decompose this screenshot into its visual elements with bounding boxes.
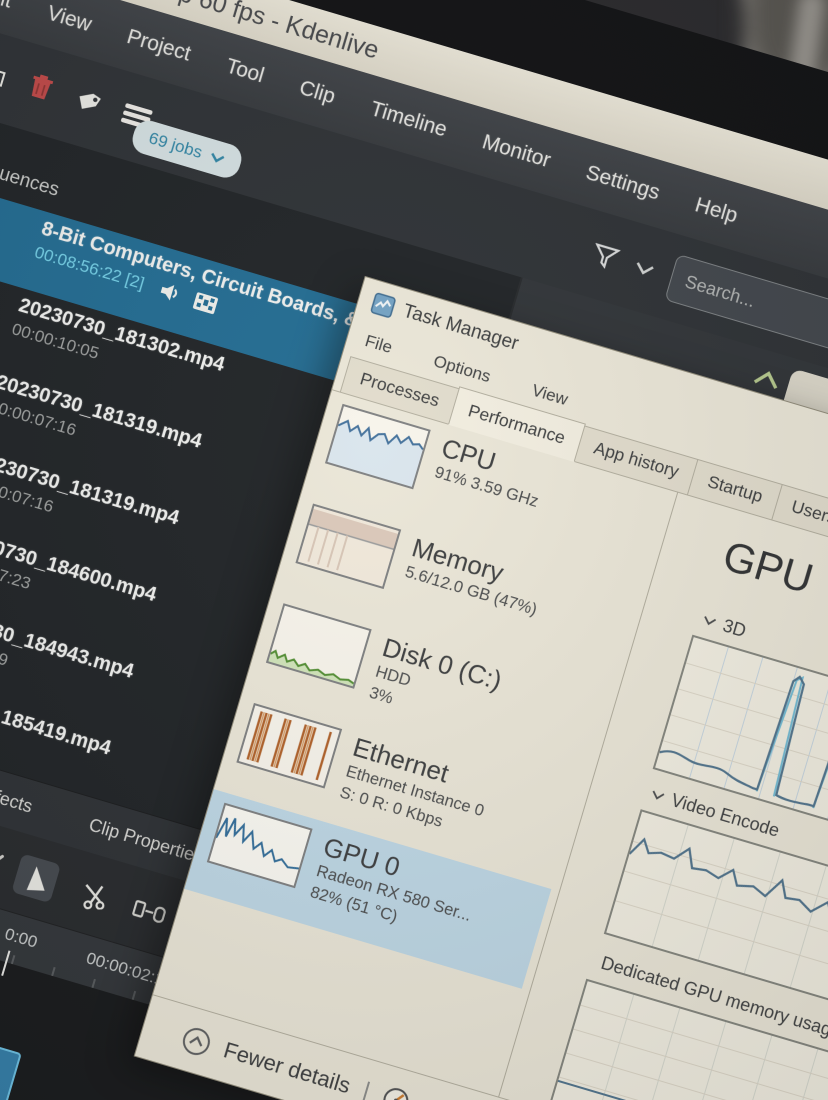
menu-view[interactable]: View (44, 1, 94, 37)
resource-monitor-icon[interactable] (379, 1083, 414, 1100)
memory-composition-thumbnail (295, 504, 401, 590)
tm-menu-view[interactable]: View (529, 381, 570, 411)
task-manager-app-icon (370, 292, 397, 319)
pointer-icon (27, 865, 46, 890)
footer-divider: | (359, 1077, 373, 1100)
gpu-heading: GPU (718, 531, 819, 603)
menu-edit[interactable]: Edit (0, 0, 15, 14)
menu-monitor[interactable]: Monitor (479, 130, 553, 173)
selection-tool-button[interactable] (11, 853, 61, 903)
ruler-label: 0:00 (2, 924, 39, 953)
tm-menu-file[interactable]: File (363, 331, 395, 358)
track-tool-icon[interactable] (0, 854, 5, 875)
section-label-3d: 3D (720, 615, 748, 642)
photo-of-monitor: p 60 fps - Kdenlive Edit View Project To… (0, 0, 828, 1100)
delete-icon[interactable] (24, 71, 56, 108)
cpu-sparkline (325, 404, 431, 490)
video-film-icon (193, 292, 219, 315)
collapse-circle-icon[interactable] (178, 1022, 215, 1059)
gpu-sparkline (207, 803, 313, 889)
chevron-down-icon[interactable] (702, 615, 717, 627)
jobs-count-label: 69 jobs (146, 128, 204, 163)
tag-icon[interactable] (70, 85, 104, 122)
ethernet-activity-thumbnail (236, 703, 342, 789)
chevron-down-icon[interactable] (650, 790, 665, 802)
menu-settings[interactable]: Settings (583, 161, 663, 206)
menu-timeline[interactable]: Timeline (368, 97, 450, 142)
chevron-down-icon[interactable] (633, 260, 656, 278)
menu-project[interactable]: Project (124, 25, 193, 67)
chevron-down-icon (208, 151, 226, 165)
add-clip-icon[interactable] (0, 58, 10, 94)
menu-help[interactable]: Help (692, 193, 740, 228)
caret-up-icon[interactable] (750, 365, 784, 393)
tab-effects[interactable]: Effects (0, 782, 35, 818)
menu-clip[interactable]: Clip (296, 76, 338, 109)
spacer-tool-icon[interactable] (131, 897, 167, 925)
filter-funnel-icon[interactable] (589, 242, 621, 272)
bin-header: Sequences (0, 154, 61, 202)
menu-tool[interactable]: Tool (223, 54, 267, 88)
disk-sparkline (266, 603, 372, 689)
razor-scissors-icon[interactable] (79, 881, 110, 910)
audio-speaker-icon (158, 281, 182, 304)
